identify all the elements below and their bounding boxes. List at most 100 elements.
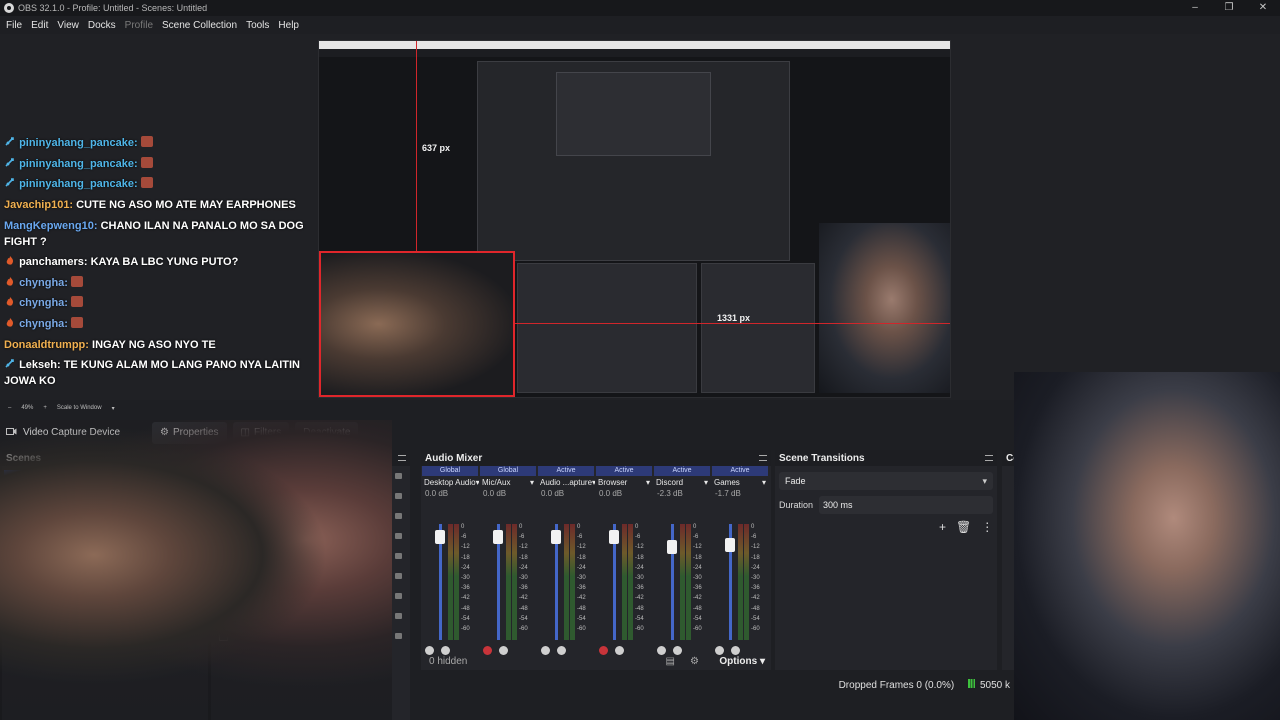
- fire-icon: [4, 274, 16, 286]
- audio-mixer-title: Audio Mixer: [425, 452, 483, 464]
- lock-icon[interactable]: [395, 633, 402, 639]
- chat-line: MangKepweng10: CHANO ILAN NA PANALO MO S…: [4, 218, 324, 250]
- chat-username: pininyahang_pancake:: [19, 137, 138, 149]
- channel-db: 0.0 dB: [425, 489, 449, 498]
- deactivate-button[interactable]: Deactivate: [295, 421, 359, 444]
- selected-source-label: Video Capture Device: [23, 427, 121, 438]
- source-item[interactable]: santopapa: [211, 486, 410, 506]
- trash-icon[interactable]: 🗑: [956, 520, 971, 534]
- options-label: Options: [719, 655, 758, 667]
- menu-view[interactable]: View: [57, 20, 79, 31]
- signal-icon: [968, 679, 978, 688]
- meter-tick-label: -36: [461, 585, 470, 592]
- lock-icon[interactable]: [395, 553, 402, 559]
- source-item[interactable]: digs: [211, 506, 410, 526]
- volume-fader-knob[interactable]: [435, 529, 445, 544]
- menu-edit[interactable]: Edit: [31, 20, 48, 31]
- channel-name[interactable]: Browser ▾: [595, 476, 653, 489]
- chevron-down-icon[interactable]: ▾: [704, 478, 708, 487]
- lock-icon[interactable]: [395, 513, 402, 519]
- menu-file[interactable]: File: [6, 20, 22, 31]
- chevron-down-icon[interactable]: ▾: [646, 478, 650, 487]
- filter-icon: ◫: [240, 427, 250, 438]
- zoom-in-button[interactable]: +: [43, 405, 47, 411]
- close-button[interactable]: ✕: [1246, 0, 1280, 16]
- meter-tick-label: -48: [461, 605, 470, 612]
- level-meter: [680, 524, 685, 640]
- volume-fader-knob[interactable]: [667, 540, 677, 555]
- menu-docks[interactable]: Docks: [88, 20, 116, 31]
- minimize-button[interactable]: –: [1178, 0, 1212, 16]
- chevron-down-icon[interactable]: ▾: [762, 478, 766, 487]
- volume-fader-knob[interactable]: [551, 529, 561, 544]
- options-button[interactable]: Options ▾: [719, 656, 765, 667]
- source-item[interactable]: Image: [211, 546, 410, 566]
- guide-line-vertical: [416, 41, 417, 251]
- menu-tools[interactable]: Tools: [246, 20, 269, 31]
- dock-menu-icon[interactable]: [398, 455, 406, 461]
- level-meter: [622, 524, 627, 640]
- lock-icon[interactable]: [395, 573, 402, 579]
- image-icon: [219, 491, 228, 501]
- dock-menu-icon[interactable]: [759, 455, 767, 461]
- channel-name[interactable]: Audio ...apture ▾: [537, 476, 595, 489]
- volume-fader-knob[interactable]: [609, 529, 619, 544]
- lock-icon[interactable]: [395, 613, 402, 619]
- sword-icon: [4, 134, 16, 146]
- nested-audio-mixer: [517, 263, 697, 393]
- volume-fader-knob[interactable]: [725, 537, 735, 552]
- dock-menu-icon[interactable]: [985, 455, 993, 461]
- source-item[interactable]: G...: [211, 626, 410, 646]
- channel-db: -2.3 dB: [657, 489, 683, 498]
- source-item[interactable]: Hospital COunt: [211, 526, 410, 546]
- lock-icon[interactable]: [395, 533, 402, 539]
- source-item[interactable]: Disc...: [211, 606, 410, 626]
- properties-button[interactable]: ⚙ Properties: [152, 421, 227, 444]
- chat-username: pininyahang_pancake:: [19, 178, 138, 191]
- add-icon[interactable]: +: [939, 520, 946, 534]
- menu-help[interactable]: Help: [278, 20, 299, 31]
- bitrate-value: 5050 k: [979, 680, 1010, 691]
- transition-actions: + 🗑 ⋮: [939, 520, 993, 534]
- source-item[interactable]: Comments: [211, 566, 410, 586]
- duration-input[interactable]: 300 ms: [819, 496, 993, 514]
- scene-item[interactable]: Scene: [4, 470, 206, 486]
- filters-button[interactable]: ◫ Filters: [232, 421, 290, 444]
- lock-icon[interactable]: [395, 473, 402, 479]
- layout-icon[interactable]: ▤: [666, 656, 675, 667]
- menu-scene-collection[interactable]: Scene Collection: [162, 20, 237, 31]
- zoom-out-button[interactable]: –: [8, 405, 11, 411]
- volume-fader-knob[interactable]: [493, 529, 503, 544]
- channel-name[interactable]: Discord ▾: [653, 476, 711, 489]
- level-meter: [564, 524, 569, 640]
- nested-webcam-selected[interactable]: [319, 251, 515, 397]
- dock-menu-icon[interactable]: [196, 455, 204, 461]
- settings-icon[interactable]: ⚙: [690, 656, 699, 667]
- lock-icon[interactable]: [395, 593, 402, 599]
- channel-name-label: Discord: [656, 478, 684, 487]
- channel-name[interactable]: Games ▾: [711, 476, 769, 489]
- meter-tick-label: 0: [519, 524, 523, 530]
- preview-canvas[interactable]: 637 px 1331 px: [318, 40, 951, 398]
- channel-name[interactable]: Mic/Aux ▾: [479, 476, 537, 489]
- zoom-mode-select[interactable]: Scale to Window: [57, 405, 102, 411]
- lock-icon[interactable]: [395, 493, 402, 499]
- game-capture-icon: [219, 631, 228, 641]
- nested-menubar: [319, 49, 950, 57]
- transition-select[interactable]: Fade: [779, 472, 993, 490]
- meter-tick-label: -48: [577, 605, 586, 612]
- browser-icon: [219, 591, 228, 601]
- chat-username: MangKepweng10:: [4, 219, 98, 232]
- meter-tick-label: -36: [635, 585, 644, 592]
- channel-name[interactable]: Desktop Audio ▾: [421, 476, 479, 489]
- camera-icon: [6, 427, 17, 439]
- chevron-down-icon[interactable]: ▾: [112, 405, 115, 412]
- meter-tick-label: -60: [519, 626, 528, 633]
- source-item[interactable]: diggy2: [211, 466, 410, 486]
- menu-profile[interactable]: Profile: [125, 20, 153, 31]
- more-icon[interactable]: ⋮: [981, 520, 993, 534]
- chevron-down-icon[interactable]: ▾: [530, 478, 534, 487]
- source-item[interactable]: Subscr...: [211, 586, 410, 606]
- restore-button[interactable]: ❐: [1212, 0, 1246, 16]
- meter-tick-label: 0: [693, 524, 697, 530]
